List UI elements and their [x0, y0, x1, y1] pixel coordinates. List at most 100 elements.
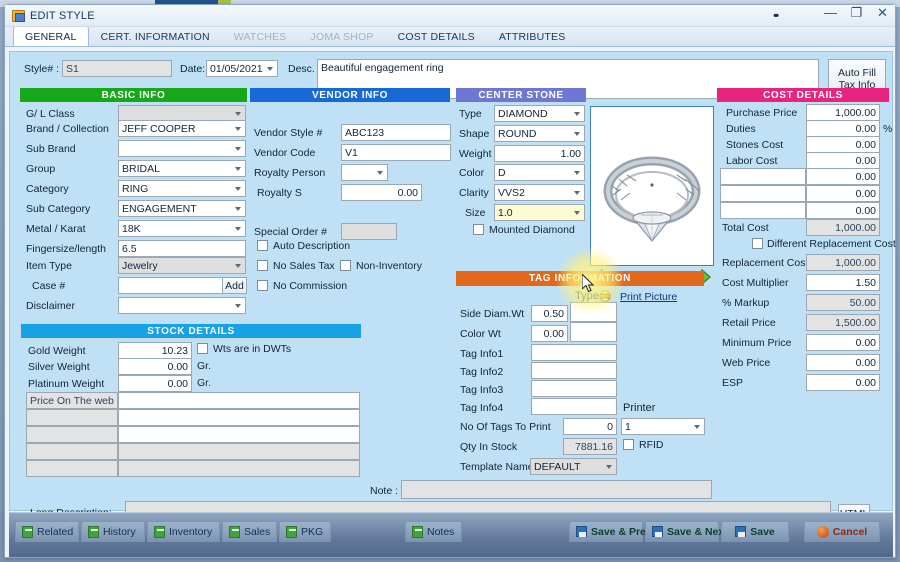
stock-grid-value-3[interactable]	[118, 426, 360, 443]
web-price-input[interactable]: 0.00	[806, 354, 880, 371]
save-button[interactable]: Save	[721, 521, 789, 542]
royalty-person-combo[interactable]	[341, 164, 388, 181]
tag-info2-input[interactable]	[531, 362, 617, 379]
item-type-combo[interactable]: Jewelry	[118, 257, 246, 274]
esp-label: ESP	[722, 377, 744, 389]
custom-cost-3-input[interactable]: 0.00	[806, 202, 880, 219]
custom-cost-1-input[interactable]: 0.00	[806, 168, 880, 185]
group-combo[interactable]: BRIDAL	[118, 160, 246, 177]
color-wt-type-input[interactable]	[570, 322, 617, 342]
stock-grid-label-5[interactable]	[26, 460, 118, 477]
tag-info3-input[interactable]	[531, 380, 617, 397]
style-number-input[interactable]: S1	[62, 60, 172, 77]
stock-grid-label-4[interactable]	[26, 443, 118, 460]
sub-brand-combo[interactable]	[118, 140, 246, 157]
sales-button[interactable]: Sales	[222, 521, 277, 542]
tab-general[interactable]: GENERAL	[13, 26, 89, 46]
history-button[interactable]: History	[81, 521, 145, 542]
case-number-input[interactable]	[118, 277, 223, 294]
tab-cost-details[interactable]: COST DETAILS	[386, 27, 487, 46]
tags-to-print-input[interactable]: 0	[563, 418, 617, 435]
brand-collection-combo[interactable]: JEFF COOPER	[118, 120, 246, 137]
platinum-weight-input[interactable]: 0.00	[118, 375, 192, 392]
stock-grid-label-3[interactable]	[26, 426, 118, 443]
tab-attributes[interactable]: ATTRIBUTES	[487, 27, 578, 46]
stock-grid-label-2[interactable]	[26, 409, 118, 426]
custom-cost-2-input[interactable]: 0.00	[806, 185, 880, 202]
non-inventory-label: Non-Inventory	[356, 260, 422, 272]
markup-percent-label: % Markup	[722, 297, 770, 309]
rfid-checkbox[interactable]	[623, 439, 634, 450]
color-wt-input[interactable]: 0.00	[531, 325, 568, 342]
tag-info4-input[interactable]	[531, 398, 617, 415]
notes-button[interactable]: Notes	[405, 521, 462, 542]
date-picker[interactable]: 01/05/2021	[206, 60, 278, 77]
category-combo[interactable]: RING	[118, 180, 246, 197]
mounted-diamond-checkbox[interactable]	[473, 224, 484, 235]
custom-cost-label-1-input[interactable]	[720, 168, 806, 185]
inventory-button[interactable]: Inventory	[147, 521, 220, 542]
stone-weight-input[interactable]: 1.00	[494, 145, 585, 162]
stock-grid-value-4[interactable]	[118, 443, 360, 460]
purchase-price-input[interactable]: 1,000.00	[806, 104, 880, 121]
stone-type-combo[interactable]: DIAMOND	[494, 105, 585, 122]
stone-size-combo[interactable]: 1.0	[494, 204, 585, 221]
stone-shape-combo[interactable]: ROUND	[494, 125, 585, 142]
auto-description-checkbox[interactable]	[257, 240, 268, 251]
printer-combo[interactable]: 1	[621, 418, 705, 435]
vendor-style-label: Vendor Style #	[254, 127, 323, 139]
cost-details-header: COST DETAILS	[717, 88, 889, 102]
save-and-next-button[interactable]: Save & Next	[645, 521, 728, 542]
no-commission-checkbox[interactable]	[257, 280, 268, 291]
different-replacement-cost-checkbox[interactable]	[752, 238, 763, 249]
no-sales-tax-checkbox[interactable]	[257, 260, 268, 271]
stone-color-combo[interactable]: D	[494, 164, 585, 181]
minimum-price-input[interactable]: 0.00	[806, 334, 880, 351]
tab-cert-information[interactable]: CERT. INFORMATION	[89, 27, 222, 46]
sub-category-combo[interactable]: ENGAGEMENT	[118, 200, 246, 217]
duties-input[interactable]: 0.00	[806, 120, 880, 137]
stock-grid-value-5[interactable]	[118, 460, 360, 477]
stone-clarity-combo[interactable]: VVS2	[494, 184, 585, 201]
stock-grid-value-2[interactable]	[118, 409, 360, 426]
close-button[interactable]: ✕	[875, 6, 890, 20]
special-order-input[interactable]	[341, 223, 397, 240]
non-inventory-checkbox[interactable]	[340, 260, 351, 271]
vendor-style-input[interactable]: ABC123	[341, 124, 451, 141]
case-number-add-button[interactable]: Add	[222, 277, 247, 294]
no-sales-tax-label: No Sales Tax	[273, 260, 335, 272]
esp-input[interactable]: 0.00	[806, 374, 880, 391]
note-input[interactable]	[401, 480, 712, 499]
cost-multiplier-input[interactable]: 1.50	[806, 274, 880, 291]
price-on-web-label-cell[interactable]: Price On The web	[26, 392, 118, 409]
cancel-button[interactable]: Cancel	[804, 521, 880, 542]
side-diam-wt-input[interactable]: 0.50	[531, 305, 568, 322]
silver-weight-input[interactable]: 0.00	[118, 358, 192, 375]
pkg-button[interactable]: PKG	[279, 521, 331, 542]
stones-cost-input[interactable]: 0.00	[806, 136, 880, 153]
maximize-button[interactable]: ❐	[849, 6, 864, 20]
labor-cost-input[interactable]: 0.00	[806, 152, 880, 169]
color-wt-label: Color Wt	[460, 328, 501, 340]
royalty-s-input[interactable]: 0.00	[341, 184, 422, 201]
style-picture[interactable]	[590, 106, 714, 266]
price-on-web-value-cell[interactable]	[118, 392, 360, 409]
minimize-button[interactable]: —	[823, 6, 838, 20]
print-picture-link[interactable]: Print Picture	[620, 291, 677, 303]
fingersize-length-input[interactable]: 6.5	[118, 240, 246, 257]
drag-handle-icon[interactable]: ••	[773, 10, 779, 22]
custom-cost-label-3-input[interactable]	[720, 202, 806, 219]
custom-cost-label-2-input[interactable]	[720, 185, 806, 202]
side-diam-wt-label: Side Diam.Wt	[460, 308, 525, 320]
metal-karat-combo[interactable]: 18K	[118, 220, 246, 237]
tag-info1-input[interactable]	[531, 344, 617, 361]
template-name-combo[interactable]: DEFAULT	[530, 458, 617, 475]
retail-price-label: Retail Price	[722, 317, 776, 329]
save-and-prev-button[interactable]: Save & Prev.	[569, 521, 654, 542]
wts-in-dwts-checkbox[interactable]	[197, 343, 208, 354]
vendor-code-input[interactable]: V1	[341, 144, 451, 161]
disclaimer-combo[interactable]	[118, 297, 246, 314]
related-button[interactable]: Related	[15, 521, 79, 542]
gold-weight-input[interactable]: 10.23	[118, 342, 192, 359]
stock-details-header: STOCK DETAILS	[21, 324, 361, 338]
